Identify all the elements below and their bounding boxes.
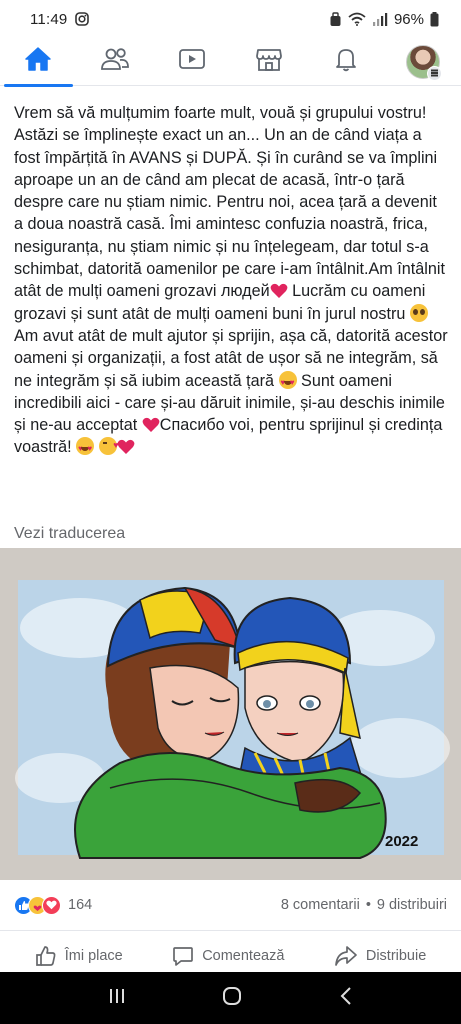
painting-year: 2022 xyxy=(385,833,418,850)
video-icon xyxy=(178,47,206,76)
tab-profile-menu[interactable] xyxy=(384,38,461,86)
post-text-segment xyxy=(94,438,99,456)
wifi-icon xyxy=(348,12,366,26)
home-icon xyxy=(24,46,52,77)
red-heart-emoji xyxy=(270,283,288,299)
bell-icon xyxy=(333,46,359,77)
post-text-segment: Vrem să vă mulțumim foarte mult, vouă și… xyxy=(14,104,445,301)
android-navigation-bar xyxy=(0,972,461,1024)
reaction-count: 164 xyxy=(68,897,93,913)
profile-avatar xyxy=(405,44,442,81)
battery-icon xyxy=(430,11,439,27)
back-button[interactable] xyxy=(338,986,354,1011)
comment-icon xyxy=(172,945,194,967)
thumbs-up-icon xyxy=(35,945,57,967)
like-button[interactable]: Îmi place xyxy=(35,945,123,967)
signal-icon xyxy=(372,12,388,26)
status-bar: 11:49 96% xyxy=(0,0,461,38)
tab-marketplace[interactable] xyxy=(230,38,307,86)
red-heart-emoji xyxy=(142,417,160,433)
tab-video[interactable] xyxy=(154,38,231,86)
see-translation-link[interactable]: Vezi traducerea xyxy=(14,525,125,543)
alarm-icon xyxy=(329,11,342,27)
home-button[interactable] xyxy=(221,985,243,1012)
kissing-face-emoji xyxy=(98,434,119,457)
post-text: Vrem să vă mulțumim foarte mult, vouă și… xyxy=(14,102,448,461)
tab-notifications[interactable] xyxy=(307,38,384,86)
heart-eyes-emoji xyxy=(278,370,297,394)
share-button[interactable]: Distribuie xyxy=(334,945,426,967)
recent-apps-button[interactable] xyxy=(107,987,127,1010)
clock: 11:49 xyxy=(30,10,68,28)
instagram-notification-icon xyxy=(75,12,90,26)
comments-count-link[interactable]: 8 comentarii xyxy=(281,897,360,913)
post-image[interactable]: 2022 xyxy=(0,548,461,880)
separator-dot: • xyxy=(365,897,371,913)
tab-home[interactable] xyxy=(0,38,77,87)
red-heart-emoji xyxy=(117,439,135,455)
heart-eyes-emoji xyxy=(76,437,95,461)
pleading-face-emoji xyxy=(409,303,428,322)
love-reaction-icon xyxy=(42,895,61,915)
menu-icon xyxy=(426,65,442,81)
tab-friends[interactable] xyxy=(77,38,154,86)
comment-button-label: Comentează xyxy=(202,947,285,964)
friends-icon xyxy=(100,47,130,76)
shares-count-link[interactable]: 9 distribuiri xyxy=(377,897,447,913)
top-navigation xyxy=(0,38,461,87)
share-button-label: Distribuie xyxy=(365,947,427,964)
comment-button[interactable]: Comentează xyxy=(172,945,284,967)
like-button-label: Îmi place xyxy=(64,947,123,964)
marketplace-icon xyxy=(255,46,283,77)
battery-percentage: 96% xyxy=(393,10,424,28)
reaction-icons xyxy=(14,895,61,915)
share-icon xyxy=(334,945,358,967)
reactions-summary[interactable]: 164 8 comentarii • 9 distribuiri xyxy=(14,893,447,917)
